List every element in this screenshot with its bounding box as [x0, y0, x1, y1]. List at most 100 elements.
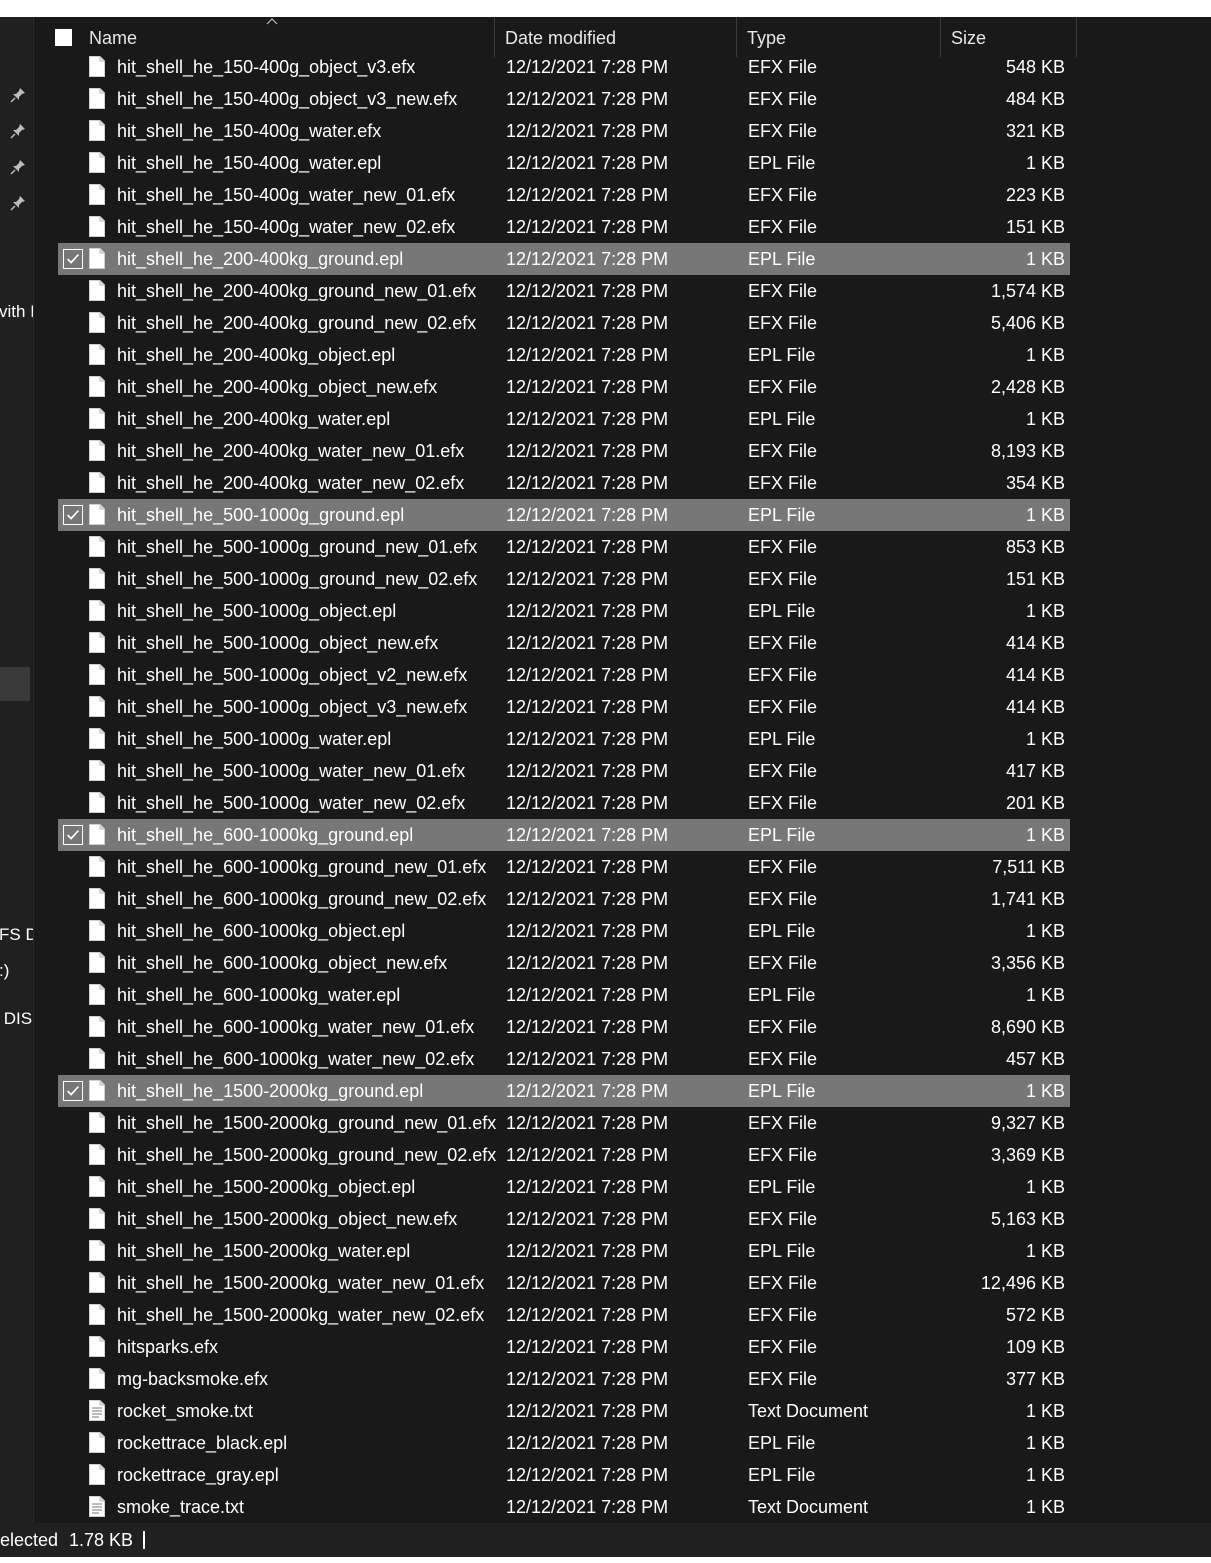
row-checkbox[interactable] [63, 1081, 83, 1101]
file-row[interactable]: hit_shell_he_500-1000g_object_v2_new.efx… [58, 659, 1070, 691]
file-icon [89, 1112, 105, 1133]
file-row[interactable]: hit_shell_he_150-400g_water_new_02.efx 12… [58, 211, 1070, 243]
file-row[interactable]: hit_shell_he_500-1000g_object_new.efx 12/… [58, 627, 1070, 659]
file-row[interactable]: hit_shell_he_500-1000g_object_v3_new.efx… [58, 691, 1070, 723]
file-row[interactable]: hit_shell_he_1500-2000kg_object_new.efx 1… [58, 1203, 1070, 1235]
file-date-modified: 12/12/2021 7:28 PM [506, 697, 669, 717]
file-date-modified: 12/12/2021 7:28 PM [506, 1113, 669, 1133]
file-row[interactable]: hitsparks.efx 12/12/2021 7:28 PM EFX File 1… [58, 1331, 1070, 1363]
file-row[interactable]: hit_shell_he_1500-2000kg_ground_new_01.e… [58, 1107, 1070, 1139]
file-name: hit_shell_he_500-1000g_water.epl [117, 729, 392, 749]
file-row[interactable]: hit_shell_he_500-1000g_water_new_02.efx 1… [58, 787, 1070, 819]
file-size: 8,690 KB [990, 1017, 1065, 1037]
file-date-modified: 12/12/2021 7:28 PM [506, 1401, 669, 1421]
file-row[interactable]: hit_shell_he_1500-2000kg_ground_new_02.e… [58, 1139, 1070, 1171]
file-type: EPL File [748, 1081, 816, 1101]
file-size: 151 KB [1005, 569, 1065, 589]
sidebar-item-label[interactable]: FS D [0, 925, 33, 945]
file-row[interactable]: hit_shell_he_150-400g_object_v3.efx 12/12… [58, 51, 1070, 83]
file-date-modified: 12/12/2021 7:28 PM [506, 281, 669, 301]
file-row[interactable]: hit_shell_he_500-1000g_ground_new_02.efx… [58, 563, 1070, 595]
file-row[interactable]: hit_shell_he_600-1000kg_object_new.efx 12… [58, 947, 1070, 979]
file-name: hit_shell_he_500-1000g_object.epl [117, 601, 397, 621]
pin-icon[interactable] [9, 122, 27, 140]
file-row[interactable]: hit_shell_he_200-400kg_object.epl 12/12/2… [58, 339, 1070, 371]
file-row[interactable]: hit_shell_he_500-1000g_water_new_01.efx 1… [58, 755, 1070, 787]
file-row[interactable]: hit_shell_he_1500-2000kg_ground.epl 12/12… [58, 1075, 1070, 1107]
file-row[interactable]: rockettrace_black.epl 12/12/2021 7:28 PM E… [58, 1427, 1070, 1459]
file-row[interactable]: mg-backsmoke.efx 12/12/2021 7:28 PM EFX Fi… [58, 1363, 1070, 1395]
file-row[interactable]: hit_shell_he_600-1000kg_object.epl 12/12/… [58, 915, 1070, 947]
file-icon [89, 1080, 105, 1101]
file-icon [89, 664, 105, 685]
file-row[interactable]: hit_shell_he_200-400kg_ground_new_01.efx… [58, 275, 1070, 307]
file-row[interactable]: rocket_smoke.txt 12/12/2021 7:28 PM Text D… [58, 1395, 1070, 1427]
file-icon [89, 1272, 105, 1293]
file-icon [89, 280, 105, 301]
file-row[interactable]: smoke_trace.txt 12/12/2021 7:28 PM Text Do… [58, 1491, 1070, 1523]
pin-icon[interactable] [9, 194, 27, 212]
file-row[interactable]: hit_shell_he_600-1000kg_water.epl 12/12/2… [58, 979, 1070, 1011]
pin-icon[interactable] [9, 86, 27, 104]
file-row[interactable]: rockettrace_gray.epl 12/12/2021 7:28 PM EP… [58, 1459, 1070, 1491]
file-icon [89, 824, 105, 845]
file-date-modified: 12/12/2021 7:28 PM [506, 473, 669, 493]
file-row[interactable]: hit_shell_he_500-1000g_object.epl 12/12/2… [58, 595, 1070, 627]
file-row[interactable]: hit_shell_he_200-400kg_water.epl 12/12/20… [58, 403, 1070, 435]
file-row[interactable]: hit_shell_he_200-400kg_object_new.efx 12/… [58, 371, 1070, 403]
file-row[interactable]: hit_shell_he_600-1000kg_water_new_01.efx… [58, 1011, 1070, 1043]
file-name: mg-backsmoke.efx [117, 1369, 269, 1389]
file-date-modified: 12/12/2021 7:28 PM [506, 729, 669, 749]
sidebar-item-label[interactable]: DIS [0, 1009, 32, 1029]
file-type: EFX File [748, 377, 818, 397]
file-row[interactable]: hit_shell_he_200-400kg_water_new_01.efx 1… [58, 435, 1070, 467]
pin-icon[interactable] [9, 158, 27, 176]
file-row[interactable]: hit_shell_he_600-1000kg_water_new_02.efx… [58, 1043, 1070, 1075]
file-date-modified: 12/12/2021 7:28 PM [506, 665, 669, 685]
file-icon [89, 536, 105, 557]
file-row[interactable]: hit_shell_he_1500-2000kg_water_new_02.ef… [58, 1299, 1070, 1331]
file-size: 1,574 KB [990, 281, 1065, 301]
file-icon [89, 1048, 105, 1069]
file-type: EFX File [748, 1337, 818, 1357]
row-checkbox[interactable] [63, 825, 83, 845]
file-date-modified: 12/12/2021 7:28 PM [506, 1081, 669, 1101]
file-size: 1 KB [1025, 1433, 1065, 1453]
row-checkbox[interactable] [63, 505, 83, 525]
row-checkbox[interactable] [63, 249, 83, 269]
column-header-type-label: Type [747, 28, 787, 48]
file-row[interactable]: hit_shell_he_200-400kg_water_new_02.efx 1… [58, 467, 1070, 499]
file-row[interactable]: hit_shell_he_1500-2000kg_water_new_01.ef… [58, 1267, 1070, 1299]
file-row[interactable]: hit_shell_he_600-1000kg_ground_new_01.ef… [58, 851, 1070, 883]
sidebar-item-label[interactable]: :) [0, 961, 9, 981]
file-date-modified: 12/12/2021 7:28 PM [506, 1337, 669, 1357]
file-row[interactable]: hit_shell_he_500-1000g_ground_new_01.efx… [58, 531, 1070, 563]
file-row[interactable]: hit_shell_he_200-400kg_ground.epl 12/12/2… [58, 243, 1070, 275]
file-row[interactable]: hit_shell_he_150-400g_water_new_01.efx 12… [58, 179, 1070, 211]
file-row[interactable]: hit_shell_he_200-400kg_ground_new_02.efx… [58, 307, 1070, 339]
file-name: hit_shell_he_600-1000kg_ground_new_01.ef… [117, 857, 487, 877]
file-row[interactable]: hit_shell_he_1500-2000kg_object.epl 12/12… [58, 1171, 1070, 1203]
file-row[interactable]: hit_shell_he_150-400g_object_v3_new.efx 1… [58, 83, 1070, 115]
file-row[interactable]: hit_shell_he_500-1000g_water.epl 12/12/20… [58, 723, 1070, 755]
file-type: EPL File [748, 153, 816, 173]
select-all-checkbox[interactable] [55, 29, 72, 46]
file-date-modified: 12/12/2021 7:28 PM [506, 857, 669, 877]
file-type: EFX File [748, 313, 818, 333]
file-type: EFX File [748, 57, 818, 77]
file-row[interactable]: hit_shell_he_600-1000kg_ground.epl 12/12/… [58, 819, 1070, 851]
file-row[interactable]: hit_shell_he_150-400g_water.epl 12/12/202… [58, 147, 1070, 179]
sidebar-item-label[interactable]: vith I [0, 302, 33, 322]
file-icon [89, 600, 105, 621]
file-size: 1 KB [1025, 505, 1065, 525]
file-row[interactable]: hit_shell_he_150-400g_water.efx 12/12/202… [58, 115, 1070, 147]
file-name: hit_shell_he_500-1000g_object_v3_new.efx [117, 697, 468, 717]
file-icon [89, 408, 105, 429]
file-name: hit_shell_he_500-1000g_object_new.efx [117, 633, 439, 653]
file-list-view: Name Date modified Type Size hit_shell_h… [34, 17, 1211, 1523]
sidebar-selected-item[interactable] [0, 667, 30, 701]
file-row[interactable]: hit_shell_he_500-1000g_ground.epl 12/12/2… [58, 499, 1070, 531]
file-row[interactable]: hit_shell_he_600-1000kg_ground_new_02.ef… [58, 883, 1070, 915]
file-size: 417 KB [1005, 761, 1065, 781]
file-row[interactable]: hit_shell_he_1500-2000kg_water.epl 12/12/… [58, 1235, 1070, 1267]
